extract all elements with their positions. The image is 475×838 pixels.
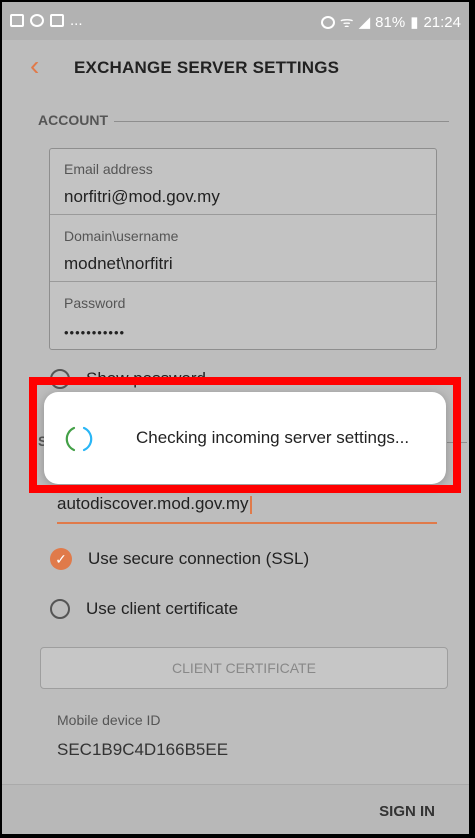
sign-in-button[interactable]: SIGN IN [379, 803, 435, 820]
domain-username-field[interactable]: Domain\username modnet\norfitri [50, 216, 436, 282]
show-password-toggle[interactable]: Show password [50, 369, 206, 389]
ssl-checkbox[interactable]: ✓ Use secure connection (SSL) [50, 548, 309, 570]
server-value: autodiscover.mod.gov.my [57, 494, 249, 513]
alarm-icon [320, 15, 335, 29]
bottom-action-bar: SIGN IN [2, 784, 469, 834]
account-section-label: ACCOUNT [38, 112, 108, 128]
password-value: ••••••••••• [64, 325, 126, 340]
domain-username-value: modnet\norfitri [64, 254, 173, 273]
clock: 21:24 [423, 13, 461, 31]
signal-icon: ◢ [358, 14, 371, 31]
client-certificate-button[interactable]: CLIENT CERTIFICATE [40, 647, 448, 689]
app-header: ‹ EXCHANGE SERVER SETTINGS [2, 40, 469, 96]
email-value: norfitri@mod.gov.my [64, 187, 220, 206]
app-screen: ... ᯤ ◢ 81% ▮ 21:24 ‹ EXCHANGE SERVER SE… [0, 0, 471, 836]
wifi-icon: ᯤ [339, 14, 354, 31]
dialog-message: Checking incoming server settings... [136, 428, 410, 447]
password-label: Password [64, 295, 126, 311]
client-certificate-label: Use client certificate [86, 599, 239, 618]
loading-spinner-icon [65, 426, 93, 452]
battery-percent: 81% [375, 13, 406, 31]
gallery-icon [10, 14, 24, 27]
progress-dialog: Checking incoming server settings... [44, 392, 446, 484]
battery-icon: ▮ [410, 14, 419, 31]
more-notifications-text: ... [70, 12, 83, 29]
mobile-device-id-value: SEC1B9C4D166B5EE [57, 740, 229, 759]
whatsapp-icon [30, 14, 44, 27]
text-cursor [249, 495, 252, 514]
client-certificate-radio[interactable]: Use client certificate [50, 599, 238, 619]
section-divider [447, 442, 467, 443]
message-icon [50, 14, 64, 27]
radio-button [50, 369, 70, 389]
domain-username-label: Domain\username [64, 228, 179, 244]
ssl-label: Use secure connection (SSL) [88, 549, 310, 568]
email-label: Email address [64, 161, 153, 177]
checkmark-icon: ✓ [50, 548, 72, 570]
show-password-label: Show password [86, 369, 207, 388]
email-field[interactable]: Email address norfitri@mod.gov.my [50, 149, 436, 215]
section-divider [114, 121, 449, 122]
page-title: EXCHANGE SERVER SETTINGS [74, 58, 340, 77]
status-bar: ... ᯤ ◢ 81% ▮ 21:24 [2, 2, 469, 40]
credentials-box: Email address norfitri@mod.gov.my Domain… [49, 148, 437, 350]
radio-button [50, 599, 70, 619]
back-chevron-icon[interactable]: ‹ [30, 52, 39, 80]
server-input[interactable]: autodiscover.mod.gov.my [57, 490, 437, 524]
password-field[interactable]: Password ••••••••••• [50, 283, 436, 349]
mobile-device-id-label: Mobile device ID [57, 712, 161, 728]
